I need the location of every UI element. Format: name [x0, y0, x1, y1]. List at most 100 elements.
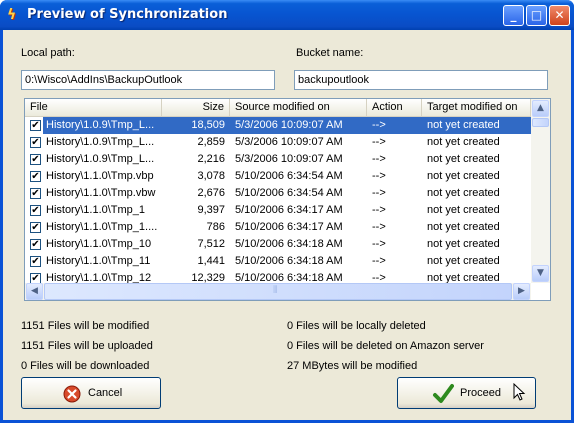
cell-src: 5/10/2006 6:34:17 AM — [235, 221, 343, 233]
row-checkbox[interactable]: ✔ — [30, 171, 41, 182]
maximize-button[interactable]: □ — [526, 5, 547, 26]
files-locally-deleted-text: 0 Files will be locally deleted — [287, 320, 426, 332]
cell-action: --> — [372, 238, 386, 250]
scroll-right-button[interactable]: ▶ — [513, 283, 530, 300]
cell-target: not yet created — [427, 255, 500, 267]
checkmark-icon — [433, 384, 454, 403]
vertical-scroll-thumb[interactable] — [532, 118, 549, 127]
cancel-button[interactable]: Cancel — [21, 377, 161, 409]
sync-preview-window: ϟ Preview of Synchronization _ □ ✕ Local… — [0, 0, 574, 423]
cell-size: 9,397 — [197, 204, 225, 216]
cell-file: History\1.0.9\Tmp_L... — [46, 136, 155, 148]
mouse-cursor-icon — [513, 383, 526, 401]
row-checkbox[interactable]: ✔ — [30, 154, 41, 165]
row-checkbox[interactable]: ✔ — [30, 256, 41, 267]
cell-target: not yet created — [427, 221, 500, 233]
cell-size: 1,441 — [197, 255, 225, 267]
column-header-size[interactable]: Size — [162, 99, 230, 116]
cell-size: 2,216 — [197, 153, 225, 165]
cell-action: --> — [372, 153, 386, 165]
column-header-action[interactable]: Action — [367, 99, 422, 116]
cell-file: History\1.1.0\Tmp_1 — [46, 204, 146, 216]
row-checkbox[interactable]: ✔ — [30, 188, 41, 199]
local-path-field[interactable]: 0:\Wisco\AddIns\BackupOutlook — [21, 70, 275, 90]
sync-file-list[interactable]: File Size Source modified on Action Targ… — [24, 98, 551, 301]
cell-src: 5/10/2006 6:34:18 AM — [235, 238, 343, 250]
title-bar[interactable]: ϟ Preview of Synchronization _ □ ✕ — [0, 0, 574, 30]
cell-src: 5/10/2006 6:34:54 AM — [235, 187, 343, 199]
cell-file: History\1.0.9\Tmp_L... — [43, 117, 162, 134]
cancel-label: Cancel — [88, 387, 123, 399]
table-row[interactable]: History\1.1.0\Tmp.vbw 2,676 5/10/2006 6:34… — [25, 185, 531, 202]
cell-target: not yet created — [427, 153, 500, 165]
files-uploaded-text: 1151 Files will be uploaded — [21, 340, 153, 352]
cell-target: not yet created — [427, 170, 500, 182]
cell-action: --> — [372, 204, 386, 216]
mbytes-modified-text: 27 MBytes will be modified — [287, 360, 418, 372]
cell-action: --> — [372, 170, 386, 182]
cell-action: --> — [372, 221, 386, 233]
cell-target: not yet created — [427, 204, 500, 216]
row-checkbox[interactable]: ✔ — [30, 137, 41, 148]
scroll-down-button[interactable]: ▼ — [532, 265, 549, 282]
files-modified-text: 1151 Files will be modified — [21, 320, 150, 332]
cell-action: --> — [372, 255, 386, 267]
cell-target: not yet created — [427, 187, 500, 199]
cell-size: 18,509 — [162, 117, 230, 134]
cancel-icon — [63, 385, 81, 403]
files-amazon-deleted-text: 0 Files will be deleted on Amazon server — [287, 340, 484, 352]
cell-file: History\1.1.0\Tmp_11 — [46, 255, 151, 267]
cell-size: 7,512 — [197, 238, 225, 250]
scroll-left-button[interactable]: ◀ — [26, 283, 43, 300]
cell-file: History\1.1.0\Tmp.vbp — [46, 170, 154, 182]
table-row[interactable]: History\1.1.0\Tmp.vbp 3,078 5/10/2006 6:34… — [25, 168, 531, 185]
cell-size: 3,078 — [197, 170, 225, 182]
bucket-name-field[interactable]: backupoutlook — [294, 70, 548, 90]
row-checkbox[interactable]: ✔ — [30, 120, 41, 131]
table-row[interactable]: History\1.1.0\Tmp_11 1,441 5/10/2006 6:34:… — [25, 253, 531, 270]
cell-src: 5/10/2006 6:34:54 AM — [235, 170, 343, 182]
cell-src: 5/10/2006 6:34:17 AM — [235, 204, 343, 216]
row-checkbox[interactable]: ✔ — [30, 205, 41, 216]
bucket-name-label: Bucket name: — [296, 47, 364, 59]
scroll-up-button[interactable]: ▲ — [532, 100, 549, 117]
minimize-button[interactable]: _ — [503, 5, 524, 26]
horizontal-scrollbar[interactable]: ◀ ⦀ ▶ — [25, 283, 531, 300]
cell-src: 5/3/2006 10:09:07 AM — [235, 153, 343, 165]
row-checkbox[interactable]: ✔ — [30, 222, 41, 233]
vertical-scrollbar[interactable]: ▲ ▼ — [531, 99, 550, 283]
proceed-label: Proceed — [460, 387, 501, 399]
table-row[interactable]: History\1.0.9\Tmp_L... 18,509 5/3/2006 10:… — [25, 117, 531, 134]
cell-file: History\1.1.0\Tmp.vbw — [46, 187, 156, 199]
cell-size: 786 — [206, 221, 225, 233]
table-row[interactable]: History\1.0.9\Tmp_L... 2,216 5/3/2006 10:0… — [25, 151, 531, 168]
lightning-icon: ϟ — [7, 7, 17, 23]
files-downloaded-text: 0 Files will be downloaded — [21, 360, 150, 372]
cell-target: not yet created — [422, 117, 531, 134]
cell-size: 2,676 — [197, 187, 225, 199]
cell-size: 2,859 — [197, 136, 225, 148]
cell-action: --> — [367, 117, 422, 134]
table-row[interactable]: History\1.1.0\Tmp_10 7,512 5/10/2006 6:34:… — [25, 236, 531, 253]
table-row[interactable]: History\1.0.9\Tmp_L... 2,859 5/3/2006 10:0… — [25, 134, 531, 151]
list-header: File Size Source modified on Action Targ… — [25, 99, 531, 117]
close-button[interactable]: ✕ — [549, 5, 570, 26]
column-header-target-modified[interactable]: Target modified on — [422, 99, 531, 116]
cell-file: History\1.1.0\Tmp_10 — [46, 238, 152, 250]
table-row[interactable]: History\1.1.0\Tmp_1 9,397 5/10/2006 6:34:1… — [25, 202, 531, 219]
cell-src: 5/10/2006 6:34:18 AM — [235, 255, 343, 267]
window-title: Preview of Synchronization — [27, 7, 228, 22]
local-path-label: Local path: — [21, 47, 75, 59]
cell-src: 5/3/2006 10:09:07 AM — [235, 136, 343, 148]
cell-src: 5/3/2006 10:09:07 AM — [230, 117, 367, 134]
cell-action: --> — [372, 136, 386, 148]
table-row[interactable]: History\1.1.0\Tmp_1.... 786 5/10/2006 6:34… — [25, 219, 531, 236]
column-header-source-modified[interactable]: Source modified on — [230, 99, 367, 116]
proceed-button[interactable]: Proceed — [397, 377, 536, 409]
cell-file: History\1.0.9\Tmp_L... — [46, 153, 155, 165]
horizontal-scroll-thumb[interactable]: ⦀ — [44, 283, 512, 300]
cell-target: not yet created — [427, 238, 500, 250]
cell-action: --> — [372, 187, 386, 199]
column-header-file[interactable]: File — [25, 99, 162, 116]
row-checkbox[interactable]: ✔ — [30, 239, 41, 250]
